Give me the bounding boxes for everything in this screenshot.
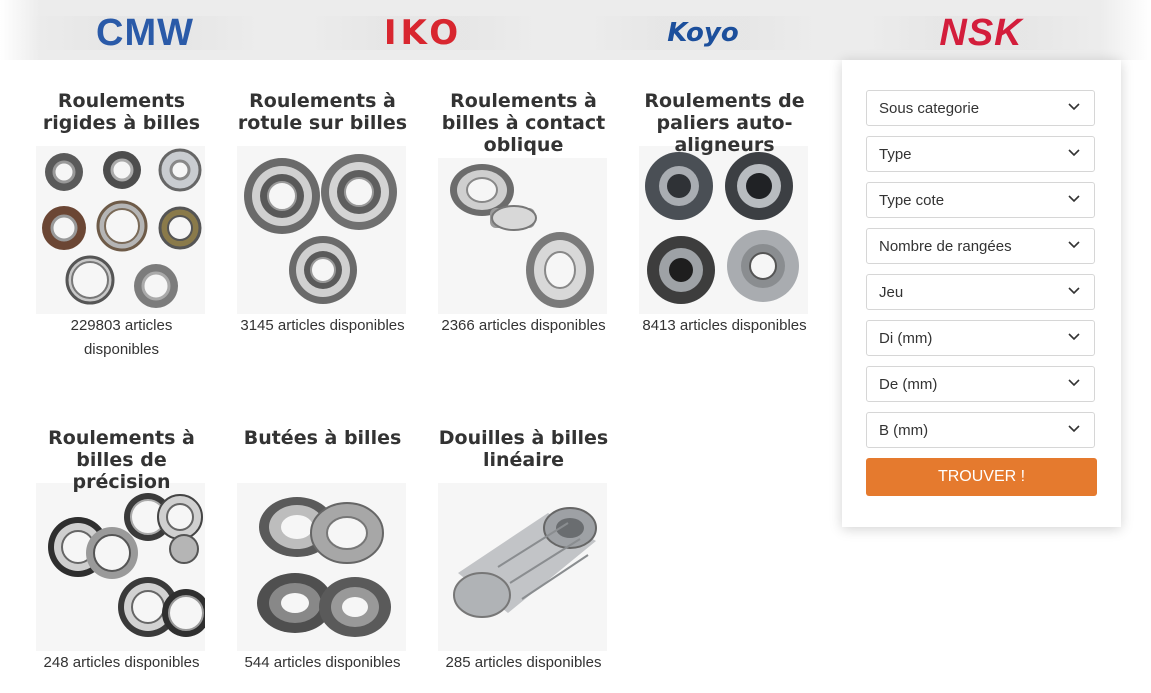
product-image[interactable] (639, 146, 808, 314)
product-count: 3145 articles disponibles (240, 317, 405, 334)
bearing-illustration (453, 507, 597, 618)
select-di-mm[interactable]: Di (mm) (866, 320, 1095, 356)
product-count: 2366 articles disponibles (441, 317, 606, 334)
select-label: De (mm) (879, 376, 938, 393)
brand-logo-iko[interactable]: IKO (308, 13, 538, 53)
select-type-cote[interactable]: Type cote (866, 182, 1095, 218)
product-card[interactable]: Roulements à billes de précision 248 art… (36, 427, 210, 671)
product-title[interactable]: Roulements à billes à contact oblique (438, 90, 609, 156)
bearing-illustration (244, 154, 397, 304)
nsk-logo-text: NSK (939, 11, 1023, 54)
select-nombre-de-rangees[interactable]: Nombre de rangées (866, 228, 1095, 264)
product-image[interactable] (438, 483, 607, 651)
product-title[interactable]: Roulements de paliers auto-aligneurs (639, 90, 810, 156)
select-label: Di (mm) (879, 330, 933, 347)
product-card[interactable]: Roulements de paliers auto-aligneurs 841… (639, 90, 810, 334)
bearing-illustration (257, 497, 391, 637)
bearing-illustration (450, 164, 594, 308)
product-title[interactable]: Butées à billes (237, 427, 408, 449)
iko-logo-text: IKO (383, 13, 463, 53)
brand-logo-cmw[interactable]: CMW (30, 12, 260, 54)
product-count: 544 articles disponibles (244, 654, 401, 671)
product-card[interactable]: Roulements rigides à billes 229803 artic… (36, 90, 207, 358)
select-jeu[interactable]: Jeu (866, 274, 1095, 310)
product-title[interactable]: Roulements à billes de précision (36, 427, 207, 493)
koyo-logo-text: Koyo (667, 18, 739, 48)
select-label: Type cote (879, 192, 945, 209)
bearing-illustration (645, 152, 799, 304)
chevron-down-icon (1068, 287, 1080, 295)
product-title[interactable]: Douilles à billes linéaire (438, 427, 609, 471)
product-image[interactable] (36, 146, 205, 314)
product-card[interactable]: Butées à billes 544 articles disponibles (237, 427, 408, 671)
select-type[interactable]: Type (866, 136, 1095, 172)
chevron-down-icon (1068, 103, 1080, 111)
bearing-illustration (48, 493, 210, 637)
select-sous-categorie[interactable]: Sous categorie (866, 90, 1095, 126)
select-de-mm[interactable]: De (mm) (866, 366, 1095, 402)
product-count: 229803 articles disponibles (70, 317, 173, 358)
product-card[interactable]: Roulements à rotule sur billes 3145 arti… (237, 90, 408, 334)
chevron-down-icon (1068, 379, 1080, 387)
chevron-down-icon (1068, 149, 1080, 157)
chevron-down-icon (1068, 241, 1080, 249)
product-card[interactable]: Douilles à billes linéaire 285 articles … (438, 427, 609, 671)
select-label: B (mm) (879, 422, 929, 439)
select-label: Jeu (879, 284, 904, 301)
trouver-button[interactable]: TROUVER ! (866, 458, 1097, 496)
product-image[interactable] (237, 483, 406, 651)
product-count: 285 articles disponibles (445, 654, 602, 671)
product-title[interactable]: Roulements à rotule sur billes (237, 90, 408, 134)
select-b-mm[interactable]: B (mm) (866, 412, 1095, 448)
filter-panel: Sous categorie Type Type cote Nombre de … (842, 60, 1121, 527)
product-image[interactable] (237, 146, 406, 314)
product-count: 248 articles disponibles (43, 654, 200, 671)
bearing-illustration (42, 148, 202, 308)
product-count: 8413 articles disponibles (642, 317, 807, 334)
chevron-down-icon (1068, 333, 1080, 341)
cmw-logo-text: CMW (96, 11, 194, 54)
select-label: Sous categorie (879, 100, 980, 117)
brand-logo-koyo[interactable]: Koyo (588, 16, 818, 50)
chevron-down-icon (1068, 195, 1080, 203)
brand-logo-nsk[interactable]: NSK (866, 12, 1096, 54)
select-label: Type (879, 146, 912, 163)
product-image[interactable] (438, 158, 607, 314)
select-label: Nombre de rangées (879, 238, 1012, 255)
product-title[interactable]: Roulements rigides à billes (36, 90, 207, 134)
product-image[interactable] (36, 483, 210, 651)
product-card[interactable]: Roulements à billes à contact oblique 23… (438, 90, 609, 334)
chevron-down-icon (1068, 425, 1080, 433)
